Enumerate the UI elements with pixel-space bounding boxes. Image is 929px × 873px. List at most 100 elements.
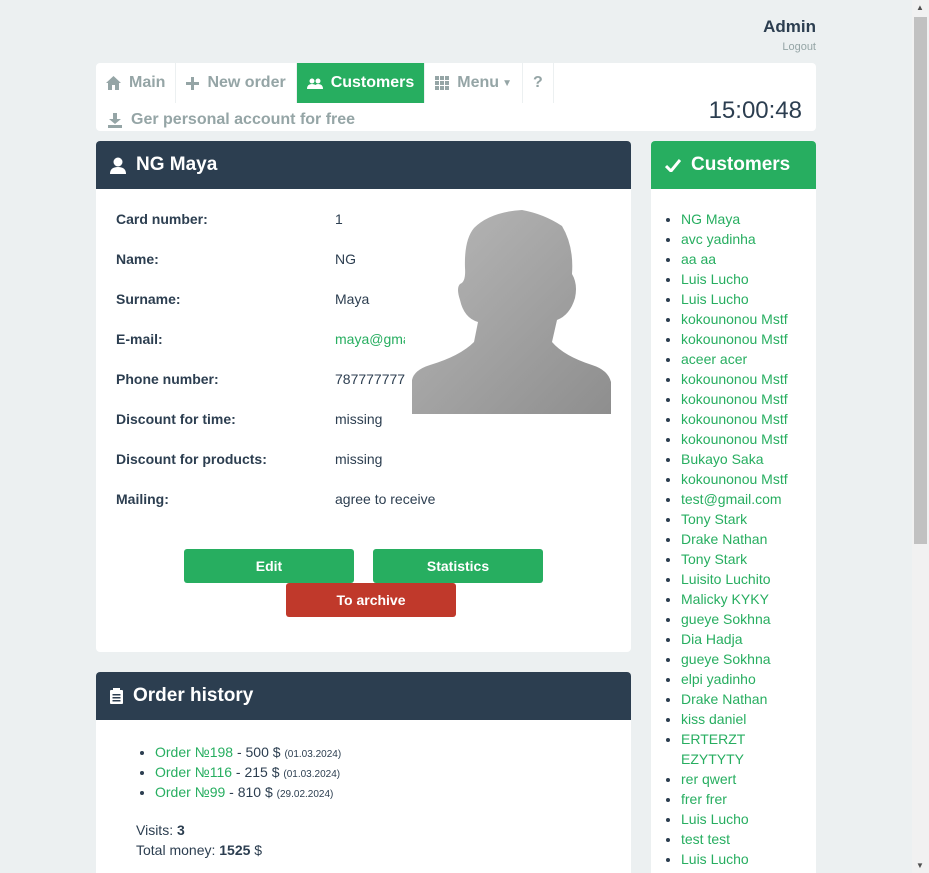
customer-link[interactable]: aa aa bbox=[681, 251, 716, 267]
users-icon bbox=[306, 78, 323, 89]
customer-link[interactable]: gueye Sokhna bbox=[681, 611, 771, 627]
logout-link[interactable]: Logout bbox=[782, 41, 816, 53]
order-item: Order №99 - 810 $ (29.02.2024) bbox=[155, 782, 341, 802]
archive-button[interactable]: To archive bbox=[286, 583, 456, 617]
order-list: Order №198 - 500 $ (01.03.2024) Order №1… bbox=[155, 742, 341, 802]
email-link[interactable]: maya@gmail.com bbox=[335, 331, 405, 347]
customers-title: Customers bbox=[691, 154, 791, 175]
list-item: test@gmail.com bbox=[681, 489, 806, 509]
edit-button[interactable]: Edit bbox=[184, 549, 354, 583]
customer-link[interactable]: Luis Lucho bbox=[681, 291, 749, 307]
plus-icon bbox=[186, 76, 200, 90]
scroll-down-icon[interactable]: ▼ bbox=[916, 861, 924, 870]
customer-link[interactable]: Drake Nathan bbox=[681, 691, 767, 707]
list-item: kokounonou Mstf bbox=[681, 369, 806, 389]
scroll-up-icon[interactable]: ▲ bbox=[916, 3, 924, 12]
caret-down-icon: ▼ bbox=[502, 77, 512, 89]
list-item: Dia Hadja bbox=[681, 629, 806, 649]
list-item: kokounonou Mstf bbox=[681, 429, 806, 449]
customer-profile-panel: NG Maya Card number: 1 Name: NG Surname:… bbox=[96, 141, 631, 652]
customer-link[interactable]: Luis Lucho bbox=[681, 271, 749, 287]
list-item: gueye Sokhna bbox=[681, 649, 806, 669]
list-item: kokounonou Mstf bbox=[681, 329, 806, 349]
download-icon bbox=[108, 112, 122, 128]
total-label: Total money: bbox=[136, 842, 220, 858]
visits-label: Visits: bbox=[136, 822, 177, 838]
order-item: Order №116 - 215 $ (01.03.2024) bbox=[155, 762, 341, 782]
customer-link[interactable]: Tony Stark bbox=[681, 511, 747, 527]
clipboard-icon bbox=[110, 688, 123, 704]
field-value: NG bbox=[335, 251, 356, 267]
customer-link[interactable]: NG Maya bbox=[681, 211, 740, 227]
customer-link[interactable]: kokounonou Mstf bbox=[681, 391, 788, 407]
promo-link[interactable]: Ger personal account for free bbox=[108, 111, 355, 129]
customer-link[interactable]: kokounonou Mstf bbox=[681, 411, 788, 427]
list-item: test test bbox=[681, 829, 806, 849]
field-label: Discount for products: bbox=[116, 451, 267, 467]
customer-link[interactable]: gueye Sokhna bbox=[681, 651, 771, 667]
list-item: kokounonou Mstf bbox=[681, 409, 806, 429]
customer-link[interactable]: aceer acer bbox=[681, 351, 747, 367]
order-link[interactable]: Order №116 bbox=[155, 764, 232, 780]
list-item: Malicky KYKY bbox=[681, 589, 806, 609]
list-item: rer qwert bbox=[681, 769, 806, 789]
nav-new-order[interactable]: New order bbox=[176, 63, 297, 103]
list-item: Luis Lucho bbox=[681, 809, 806, 829]
promo-label: Ger personal account for free bbox=[131, 111, 356, 128]
list-item: avc yadinha bbox=[681, 229, 806, 249]
profile-title: NG Maya bbox=[136, 154, 218, 175]
order-date: (01.03.2024) bbox=[283, 769, 341, 780]
order-date: (29.02.2024) bbox=[276, 789, 334, 800]
customer-link[interactable]: Luisito Luchito bbox=[681, 571, 771, 587]
customer-link[interactable]: elpi yadinho bbox=[681, 671, 756, 687]
nav-new-order-label: New order bbox=[207, 74, 286, 91]
list-item: Bukayo Saka bbox=[681, 449, 806, 469]
customer-link[interactable]: test test bbox=[681, 831, 730, 847]
field-label: E-mail: bbox=[116, 331, 163, 347]
user-icon bbox=[110, 157, 126, 174]
field-row: E-mail: bbox=[116, 331, 163, 347]
nav-help[interactable]: ? bbox=[523, 63, 554, 103]
customer-link[interactable]: Tony Stark bbox=[681, 551, 747, 567]
list-item: Luisito Luchito bbox=[681, 569, 806, 589]
order-item: Order №198 - 500 $ (01.03.2024) bbox=[155, 742, 341, 762]
customer-link[interactable]: kokounonou Mstf bbox=[681, 331, 788, 347]
customer-link[interactable]: Bukayo Saka bbox=[681, 451, 764, 467]
nav-customers[interactable]: Customers bbox=[296, 63, 426, 103]
customer-link[interactable]: kokounonou Mstf bbox=[681, 311, 788, 327]
nav-customers-label: Customers bbox=[330, 74, 415, 91]
nav-menu-label: Menu bbox=[457, 74, 500, 91]
customer-link[interactable]: frer frer bbox=[681, 791, 727, 807]
field-value: agree to receive bbox=[335, 491, 436, 507]
statistics-button[interactable]: Statistics bbox=[373, 549, 543, 583]
customer-link[interactable]: Drake Nathan bbox=[681, 531, 767, 547]
list-item: Tony Stark bbox=[681, 509, 806, 529]
customer-link[interactable]: rer qwert bbox=[681, 771, 736, 787]
field-value: missing bbox=[335, 411, 383, 427]
order-link[interactable]: Order №99 bbox=[155, 784, 225, 800]
nav-main[interactable]: Main bbox=[96, 63, 177, 103]
customer-link[interactable]: Luis Lucho bbox=[681, 851, 749, 867]
customer-link[interactable]: kokounonou Mstf bbox=[681, 471, 788, 487]
field-label: Surname: bbox=[116, 291, 181, 307]
customer-link[interactable]: test@gmail.com bbox=[681, 491, 782, 507]
list-item: NG Maya bbox=[681, 209, 806, 229]
customer-link[interactable]: kokounonou Mstf bbox=[681, 431, 788, 447]
customer-link[interactable]: avc yadinha bbox=[681, 231, 756, 247]
customer-link[interactable]: Dia Hadja bbox=[681, 631, 742, 647]
page-scrollbar[interactable]: ▲ ▼ bbox=[912, 0, 929, 873]
order-link[interactable]: Order №198 bbox=[155, 744, 233, 760]
scroll-thumb[interactable] bbox=[914, 17, 927, 544]
list-item: Luis Lucho bbox=[681, 289, 806, 309]
list-item: Drake Nathan bbox=[681, 529, 806, 549]
nav-help-label: ? bbox=[532, 74, 543, 91]
customer-link[interactable]: Luis Lucho bbox=[681, 811, 749, 827]
nav-menu-dropdown[interactable]: Menu ▼ bbox=[425, 63, 523, 103]
visits-value: 3 bbox=[176, 822, 185, 838]
customer-link[interactable]: kokounonou Mstf bbox=[681, 371, 788, 387]
customer-link[interactable]: Malicky KYKY bbox=[681, 591, 769, 607]
customer-link[interactable]: kiss daniel bbox=[681, 711, 746, 727]
admin-label: Admin bbox=[763, 17, 816, 36]
visits-line: Visits: 3 bbox=[136, 822, 185, 838]
customer-link[interactable]: ERTERZT EZYTYTY bbox=[681, 731, 745, 767]
